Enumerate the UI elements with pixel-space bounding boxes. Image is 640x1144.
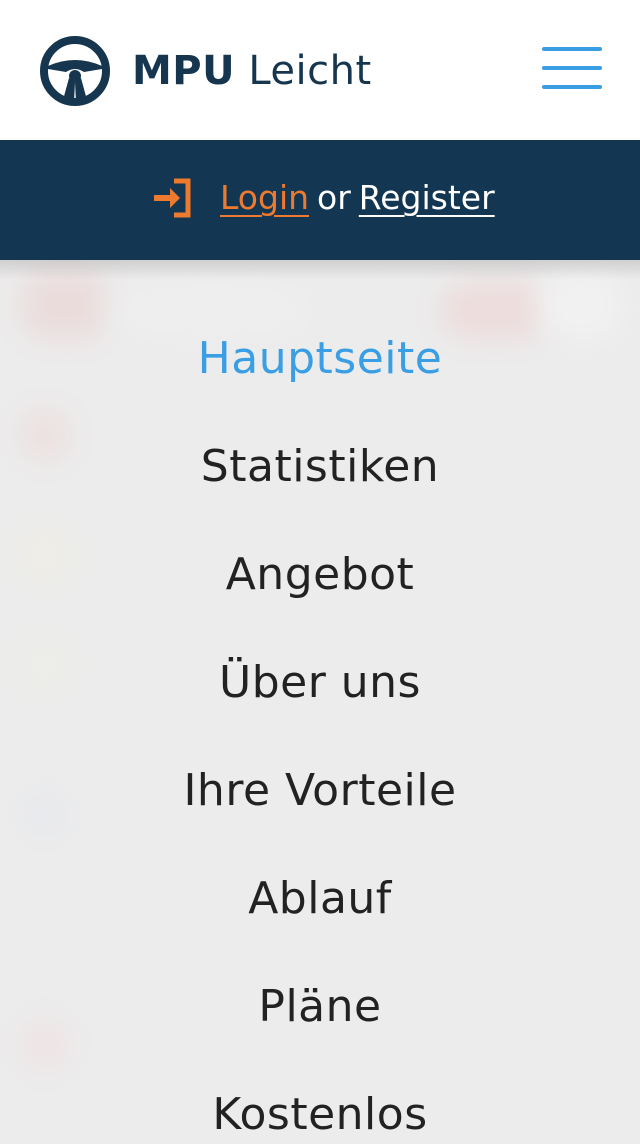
steering-wheel-icon[interactable]: [40, 36, 110, 106]
hamburger-line: [542, 66, 602, 70]
main-navigation: Hauptseite Statistiken Angebot Über uns …: [0, 305, 640, 1144]
or-text: or: [317, 178, 351, 217]
nav-item-ueber-uns[interactable]: Über uns: [0, 629, 640, 737]
brand-name[interactable]: MPU Leicht: [132, 46, 372, 96]
hamburger-menu-icon[interactable]: [542, 47, 602, 89]
mobile-page: MPU Leicht Login or Register Hauptseite St…: [0, 0, 640, 1144]
register-link[interactable]: Register: [359, 178, 495, 217]
nav-item-angebot[interactable]: Angebot: [0, 521, 640, 629]
overlay-shadow: [0, 260, 640, 280]
login-arrow-icon: [154, 178, 191, 218]
nav-item-ablauf[interactable]: Ablauf: [0, 845, 640, 953]
brand-name-light: Leicht: [248, 48, 372, 94]
nav-item-statistiken[interactable]: Statistiken: [0, 413, 640, 521]
nav-item-kostenlos[interactable]: Kostenlos: [0, 1061, 640, 1144]
site-header: MPU Leicht: [0, 0, 640, 140]
hamburger-line: [542, 47, 602, 51]
login-link[interactable]: Login: [220, 178, 309, 217]
auth-links: Login or Register: [220, 176, 495, 220]
hamburger-line: [542, 85, 602, 89]
nav-item-plaene[interactable]: Pläne: [0, 953, 640, 1061]
brand-name-bold: MPU: [132, 48, 236, 94]
nav-item-hauptseite[interactable]: Hauptseite: [0, 305, 640, 413]
nav-item-ihre-vorteile[interactable]: Ihre Vorteile: [0, 737, 640, 845]
